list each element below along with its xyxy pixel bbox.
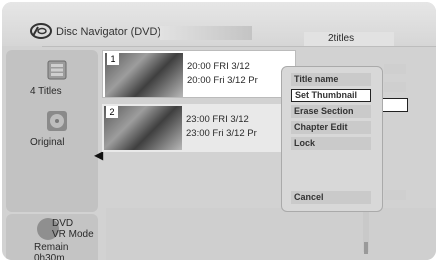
menu-set-thumbnail[interactable]: Set Thumbnail [291,89,371,102]
remain-line1: Remain [34,242,69,253]
menu-erase-section[interactable]: Erase Section [291,105,371,118]
title-row-1[interactable]: 1 20:00 FRI 3/12 20:00 Fri 3/12 Pr [102,50,296,98]
title-number: 1 [107,53,119,65]
header-divider [42,46,436,47]
right-selection-marker [380,98,408,112]
header-strip [160,26,252,40]
menu-cancel[interactable]: Cancel [291,191,371,204]
title-line2: 23:00 Fri 3/12 Pr [186,128,257,139]
original-label: Original [30,137,65,148]
menu-chapter-edit[interactable]: Chapter Edit [291,121,371,134]
titles-count-label: 4 Titles [30,86,62,97]
disc-icon[interactable] [46,110,68,132]
right-bar [384,190,406,200]
header: Disc Navigator (DVD) 2titles [2,2,436,46]
title-row-2[interactable]: 2 23:00 FRI 3/12 23:00 Fri 3/12 Pr [102,104,296,152]
bottom-panel [106,208,436,260]
app-title: Disc Navigator (DVD) [56,26,162,38]
dvd-mode-line1: DVD [52,218,74,229]
title-count: 2titles [304,32,394,46]
dvd-mode-line2: VR Mode [52,229,94,240]
menu-lock[interactable]: Lock [291,137,371,150]
right-bar [384,64,406,74]
dvd-mode-label: DVD VR Mode [52,218,94,240]
disc-navigator-screen: Disc Navigator (DVD) 2titles 4 Titles Or… [2,2,436,260]
title-menu-popup: Title name Set Thumbnail Erase Section C… [281,66,383,212]
title-line1: 23:00 FRI 3/12 [186,114,249,125]
menu-title-name[interactable]: Title name [291,73,371,86]
disc-navigator-icon [30,23,52,39]
title-line1: 20:00 FRI 3/12 [187,61,250,72]
right-bar [384,82,406,92]
title-list-icon[interactable] [46,60,68,80]
title-number: 2 [106,106,118,118]
remain-line2: 0h30m [34,253,65,260]
scrollbar-thumb[interactable] [364,242,368,254]
title-line2: 20:00 Fri 3/12 Pr [187,75,258,86]
remaining-time: Remain 0h30m [34,242,68,260]
